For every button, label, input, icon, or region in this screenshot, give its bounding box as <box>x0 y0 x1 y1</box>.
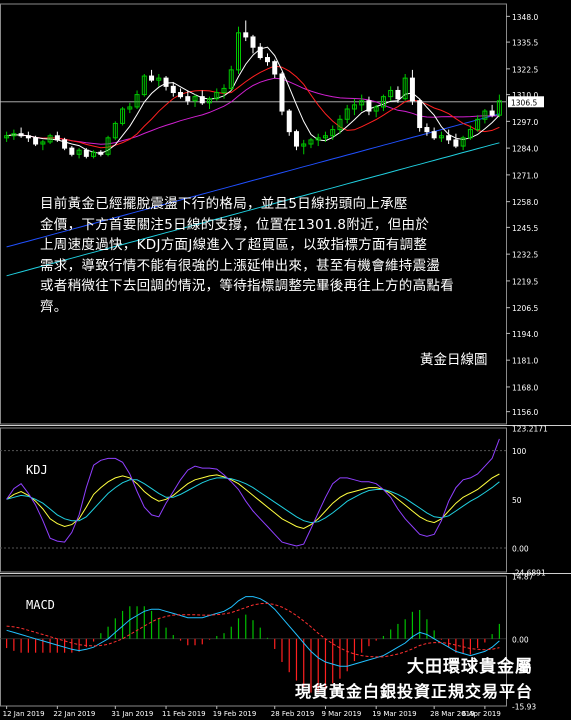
candle <box>265 57 270 63</box>
kdj-y-tick-label: 0.00 <box>512 544 529 553</box>
macd-panel-label: MACD <box>26 598 55 612</box>
kdj-y-tick-label: 100 <box>512 447 527 456</box>
price-y-tick-label: 1245.5 <box>512 224 538 233</box>
candle <box>83 149 89 157</box>
x-tick-label: 12 Jan 2019 <box>3 710 45 718</box>
x-tick-label: 31 Jan 2019 <box>111 710 153 718</box>
commentary-line: 上周速度過快，KDJ方面J線進入了超買區，以致指標方面有調整 <box>40 237 428 253</box>
price-y-tick-label: 1271.0 <box>512 171 538 180</box>
x-tick-label: 19 Mar 2019 <box>372 710 416 718</box>
price-y-tick-label: 1322.5 <box>512 65 538 74</box>
ma5-line <box>6 46 500 155</box>
price-y-tick-label: 1258.0 <box>512 198 538 207</box>
candle <box>25 135 31 139</box>
candle <box>424 127 430 133</box>
candle <box>199 96 205 104</box>
price-y-tick-label: 1232.5 <box>512 251 538 260</box>
price-y-tick-label: 1156.0 <box>512 408 538 417</box>
candle <box>54 135 60 141</box>
candle <box>33 137 39 145</box>
commentary-line: 需求，導致行情不能有很強的上漲延伸出來，甚至有機會維持震盪 <box>40 257 441 274</box>
candle <box>431 131 437 139</box>
candle <box>69 147 75 155</box>
kdj-panel-frame <box>0 427 507 573</box>
price-y-tick-label: 1297.0 <box>512 118 538 127</box>
commentary-line: 或者稍微往下去回調的情況，等待指標調整完畢後再往上方的高點看 <box>40 278 454 294</box>
commentary-line: 金價，下方首要關注5日線的支撐，位置在1301.8附近，但由於 <box>40 216 430 233</box>
candle <box>286 110 292 133</box>
x-tick-label: 9 Mar 2019 <box>321 710 361 718</box>
candle <box>279 73 285 112</box>
candle <box>185 96 191 102</box>
candle <box>149 75 155 81</box>
candle <box>366 100 372 112</box>
candle <box>18 133 24 137</box>
candle <box>293 131 299 147</box>
x-tick-label: 22 Jan 2019 <box>53 710 95 718</box>
ma10-line <box>6 65 500 149</box>
commentary-line: 目前黃金已經擺脫震盪下行的格局，並且5日線拐頭向上承壓 <box>40 196 408 212</box>
price-y-tick-label: 1335.5 <box>512 39 538 48</box>
candle <box>62 139 68 149</box>
price-y-tick-label: 1181.0 <box>512 357 538 366</box>
price-y-tick-label: 1348.0 <box>512 13 538 22</box>
candle <box>250 36 256 48</box>
price-y-tick-label: 1284.0 <box>512 145 538 154</box>
commentary-line: 齊。 <box>40 298 68 315</box>
macd-y-tick-label: -15.93 <box>512 703 536 712</box>
x-tick-label: 19 Feb 2019 <box>213 710 257 718</box>
candle <box>272 61 278 75</box>
price-y-tick-label: 1168.0 <box>512 383 538 392</box>
candle <box>178 92 184 98</box>
candle <box>98 151 104 155</box>
x-tick-label: 11 Feb 2019 <box>162 710 206 718</box>
candle <box>257 46 263 59</box>
price-y-tick-label: 1219.5 <box>512 277 538 286</box>
x-tick-label: 6 Apr 2019 <box>462 710 501 718</box>
candle <box>489 110 495 116</box>
macd-y-tick-label: 0.00 <box>512 635 529 644</box>
candle <box>453 139 459 147</box>
candle <box>417 100 423 129</box>
kdj-y-tick-label: 123.2171 <box>512 425 548 434</box>
candle <box>243 32 249 38</box>
candle <box>409 77 415 102</box>
candle <box>446 135 452 141</box>
kdj-series-j <box>6 438 500 547</box>
macd-y-tick-label: 14.87 <box>512 573 534 582</box>
analysis-commentary: 目前黃金已經擺脫震盪下行的格局，並且5日線拐頭向上承壓 金價，下方首要關注5日線… <box>40 194 510 317</box>
price-y-tick-label: 1194.0 <box>512 330 538 339</box>
current-price-label: 1306.5 <box>511 98 537 107</box>
candle <box>395 89 401 100</box>
price-y-tick-label: 1206.5 <box>512 304 538 313</box>
x-tick-label: 28 Feb 2019 <box>271 710 315 718</box>
brand-name: 大田環球貴金屬 <box>407 657 533 677</box>
kdj-panel-label: KDJ <box>26 463 48 477</box>
candle <box>163 77 169 87</box>
kdj-y-tick-label: 50 <box>512 496 522 505</box>
brand-tagline: 現貨黃金白銀投資正規交易平台 <box>294 682 533 701</box>
candle <box>170 85 176 94</box>
chart-title: 黃金日線圖 <box>420 352 488 368</box>
